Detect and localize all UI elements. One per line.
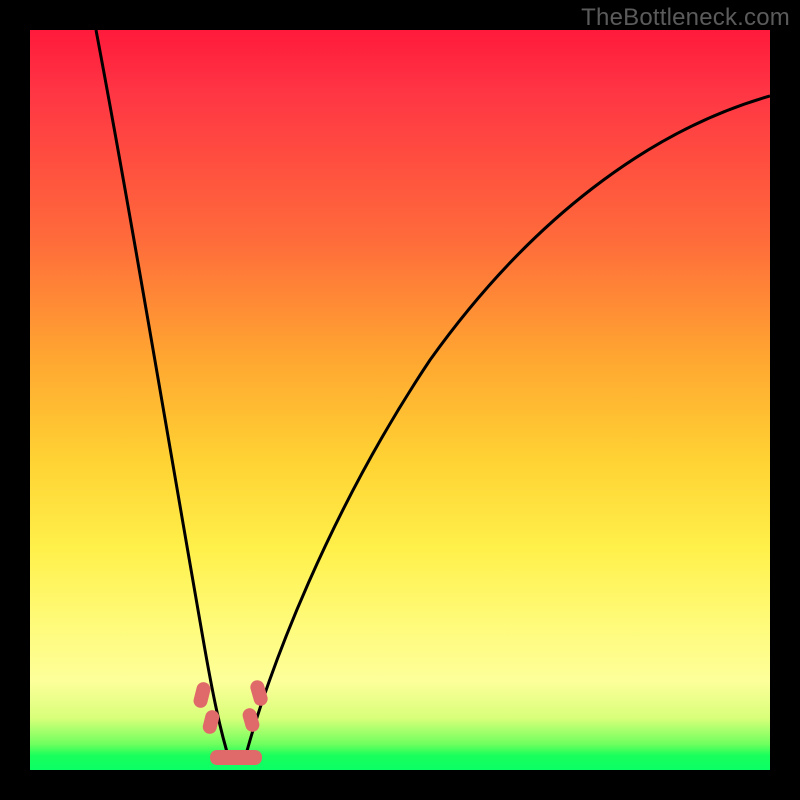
watermark-text: TheBottleneck.com <box>581 4 790 32</box>
left-marker-lower <box>201 709 220 736</box>
chart-frame: TheBottleneck.com <box>0 0 800 800</box>
right-marker-upper <box>249 679 270 708</box>
right-marker-lower <box>241 707 261 734</box>
left-marker-upper <box>192 681 212 710</box>
marker-layer <box>30 30 770 770</box>
bottom-blob <box>210 750 262 765</box>
